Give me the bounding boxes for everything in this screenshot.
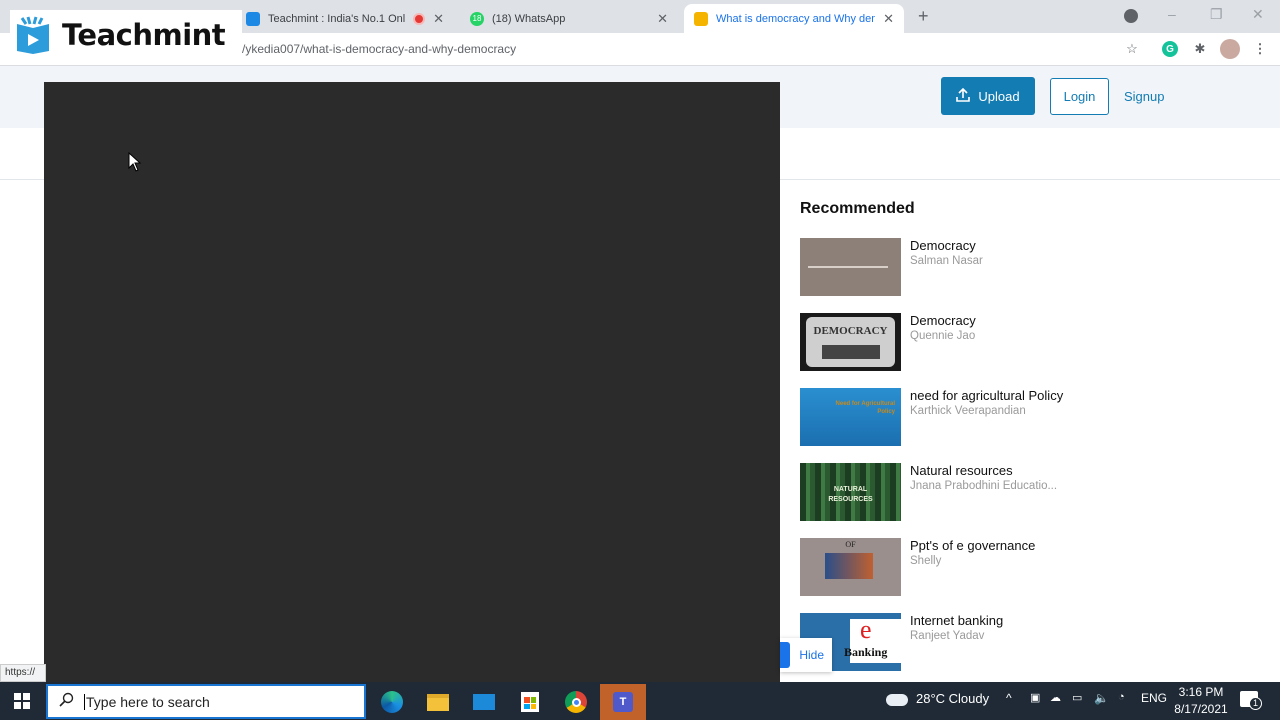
upload-label: Upload: [978, 88, 1020, 104]
edge-app-icon[interactable]: [372, 684, 412, 720]
item-title[interactable]: Natural resources: [910, 463, 1013, 478]
teachmint-favicon-icon: [246, 11, 260, 26]
tab-search-icon[interactable]: [1124, 9, 1138, 23]
tab-whatsapp[interactable]: 18 (18) WhatsApp ✕: [460, 4, 678, 33]
signup-link[interactable]: Signup: [1124, 89, 1164, 104]
onedrive-cloud-icon[interactable]: ☁: [1050, 691, 1061, 704]
hide-button[interactable]: Hide: [780, 638, 832, 672]
teachmint-book-icon: [14, 16, 52, 54]
tab-teachmint[interactable]: Teachmint : India's No.1 Onli ✕: [236, 4, 454, 33]
recommended-item[interactable]: e Banking Internet banking Ranjeet Yadav: [800, 613, 1220, 673]
item-title[interactable]: need for agricultural Policy: [910, 388, 1063, 403]
hide-label: Hide: [799, 648, 824, 662]
notifications-icon[interactable]: 1: [1240, 691, 1262, 710]
chrome-menu-icon[interactable]: ⋮: [1252, 41, 1268, 57]
microsoft-store-icon[interactable]: [510, 684, 550, 720]
close-tab-icon[interactable]: ✕: [433, 11, 444, 27]
item-title[interactable]: Democracy: [910, 313, 976, 328]
item-author: Jnana Prabodhini Educatio...: [910, 480, 1058, 492]
search-icon: [58, 692, 74, 711]
recommended-item[interactable]: Need for Agricultural Policy need for ag…: [800, 388, 1220, 448]
item-author: Shelly: [910, 555, 942, 567]
show-hidden-icons-chevron-icon[interactable]: ^: [1006, 691, 1012, 705]
tab-democracy-active[interactable]: What is democracy and Why dem ✕: [684, 4, 904, 33]
start-button[interactable]: [0, 682, 44, 720]
new-tab-button[interactable]: +: [918, 6, 929, 27]
restore-button[interactable]: ❐: [1210, 6, 1223, 23]
taskbar-search-input[interactable]: Type here to search: [46, 684, 366, 719]
weather-text[interactable]: 28°C Cloudy: [916, 691, 989, 706]
thumbnail[interactable]: [800, 238, 901, 296]
upload-icon: [956, 87, 971, 105]
grammarly-extension-icon[interactable]: G: [1162, 41, 1178, 57]
clock-time[interactable]: 3:16 PM: [1178, 685, 1224, 699]
item-author: Ranjeet Yadav: [910, 630, 985, 642]
item-title[interactable]: Democracy: [910, 238, 976, 253]
tab-title: (18) WhatsApp: [492, 12, 566, 25]
clock-date[interactable]: 8/17/2021: [1174, 702, 1228, 716]
file-explorer-icon[interactable]: [418, 684, 458, 720]
address-bar[interactable]: /ykedia007/what-is-democracy-and-why-dem…: [242, 42, 516, 56]
thumbnail[interactable]: NATURAL RESOURCES: [800, 463, 901, 521]
thumbnail[interactable]: Need for Agricultural Policy: [800, 388, 901, 446]
meet-now-icon[interactable]: ▣: [1030, 691, 1040, 704]
extensions-puzzle-icon[interactable]: ✱: [1192, 41, 1208, 57]
language-indicator[interactable]: ENG: [1141, 691, 1167, 705]
chrome-app-icon[interactable]: [556, 684, 596, 720]
status-bar-url: https://: [0, 664, 46, 682]
recommended-item[interactable]: DEMOCRACY Democracy Quennie Jao: [800, 313, 1220, 373]
close-tab-icon[interactable]: ✕: [657, 11, 668, 27]
teachmint-wordmark: Teachmint: [62, 18, 226, 52]
wifi-icon[interactable]: ◔: [1118, 691, 1125, 703]
tab-title: Teachmint : India's No.1 Onli: [268, 12, 406, 25]
slidehub-favicon-icon: [694, 11, 708, 26]
bookmark-star-icon[interactable]: ☆: [1124, 41, 1140, 57]
recommended-item[interactable]: OF Ppt's of e governance Shelly: [800, 538, 1220, 598]
recommended-item[interactable]: NATURAL RESOURCES Natural resources Jnan…: [800, 463, 1220, 523]
item-author: Karthick Veerapandian: [910, 405, 1026, 417]
thumbnail[interactable]: OF: [800, 538, 901, 596]
document-viewer[interactable]: [44, 82, 780, 682]
item-author: Quennie Jao: [910, 330, 976, 342]
battery-icon[interactable]: ▭: [1072, 691, 1082, 704]
upload-button[interactable]: Upload: [941, 77, 1035, 115]
mail-app-icon[interactable]: [464, 684, 504, 720]
volume-icon[interactable]: 🔈: [1094, 691, 1109, 705]
search-placeholder: Type here to search: [84, 693, 210, 710]
teams-app-icon[interactable]: T: [600, 684, 646, 720]
whatsapp-favicon-icon: 18: [470, 11, 484, 26]
weather-cloud-icon: [886, 694, 908, 706]
minimize-button[interactable]: –: [1168, 6, 1176, 22]
item-author: Salman Nasar: [910, 255, 983, 267]
login-button[interactable]: Login: [1050, 78, 1109, 115]
item-title[interactable]: Internet banking: [910, 613, 1003, 628]
thumbnail[interactable]: DEMOCRACY: [800, 313, 901, 371]
mouse-pointer-icon: [128, 151, 142, 177]
profile-avatar[interactable]: [1220, 39, 1240, 59]
item-title[interactable]: Ppt's of e governance: [910, 538, 1035, 553]
hide-indicator: [780, 642, 790, 668]
teachmint-logo: Teachmint: [10, 10, 242, 60]
notification-count: 1: [1249, 697, 1262, 710]
windows-logo-icon: [14, 693, 30, 709]
close-window-button[interactable]: ✕: [1252, 6, 1264, 23]
recommended-item[interactable]: Democracy Salman Nasar: [800, 238, 1220, 298]
tab-title: What is democracy and Why dem: [716, 12, 876, 25]
close-tab-icon[interactable]: ✕: [883, 11, 894, 27]
recommended-heading: Recommended: [800, 200, 915, 217]
recording-icon: [413, 12, 426, 25]
